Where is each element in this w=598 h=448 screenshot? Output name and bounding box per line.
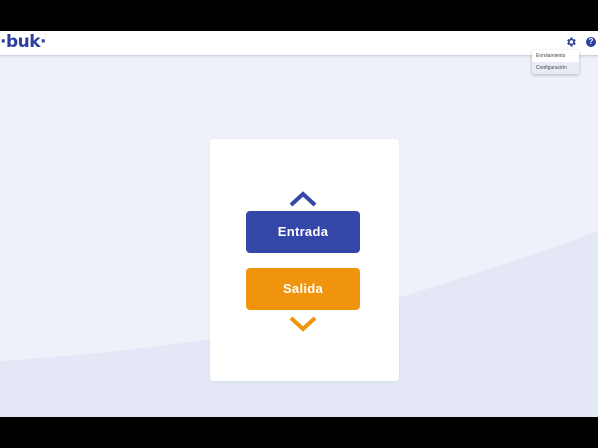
buk-logo[interactable]: ·buk·	[0, 32, 47, 52]
settings-dropdown-menu: Enrolamiento Configuración	[532, 50, 579, 74]
chevron-down-icon	[289, 316, 317, 332]
menu-item-enrolamiento[interactable]: Enrolamiento	[532, 50, 579, 62]
entrada-button[interactable]: Entrada	[246, 211, 360, 253]
app-screen: ·buk· ? Enrolamiento Configuración Entra…	[0, 31, 598, 417]
top-bar: ·buk· ?	[0, 31, 598, 56]
menu-item-configuracion[interactable]: Configuración	[532, 62, 579, 74]
gear-icon[interactable]	[565, 36, 577, 48]
chevron-up-icon	[289, 191, 317, 207]
salida-button[interactable]: Salida	[246, 268, 360, 310]
help-icon[interactable]: ?	[586, 37, 596, 47]
attendance-card: Entrada Salida	[210, 139, 399, 381]
